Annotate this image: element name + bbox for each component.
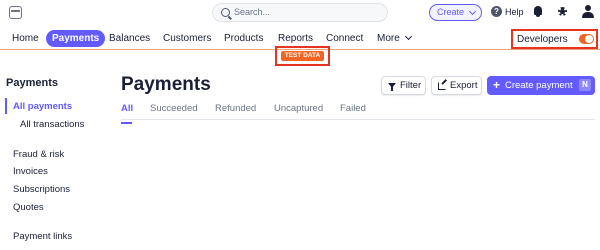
developers-toggle-highlight: Developers <box>511 29 598 49</box>
nav-more[interactable]: More <box>377 32 412 44</box>
nav-products[interactable]: Products <box>224 33 263 44</box>
filter-icon <box>388 83 396 91</box>
tab-refunded[interactable]: Refunded <box>215 103 256 114</box>
chevron-down-icon <box>404 32 412 41</box>
test-data-highlight: TEST DATA <box>275 46 330 66</box>
test-data-badge: TEST DATA <box>281 51 324 61</box>
plus-icon: + <box>493 78 501 92</box>
keyboard-shortcut-badge: N <box>579 79 591 91</box>
sidebar-item-all-transactions[interactable]: All transactions <box>20 119 84 130</box>
tab-failed[interactable]: Failed <box>340 103 366 114</box>
sidebar-item-invoices[interactable]: Invoices <box>13 166 48 177</box>
export-label: Export <box>450 80 478 91</box>
nav-more-label: More <box>377 33 400 44</box>
tab-all-label: All <box>121 103 134 114</box>
nav-home[interactable]: Home <box>12 33 39 44</box>
create-label: Create <box>437 7 465 17</box>
filter-label: Filter <box>400 80 422 91</box>
notifications-bell-icon[interactable] <box>534 6 542 17</box>
nav-balances[interactable]: Balances <box>109 33 150 44</box>
export-button[interactable]: Export <box>431 76 482 95</box>
app-switcher-icon[interactable] <box>9 6 22 19</box>
sidebar-active-indicator <box>5 98 7 114</box>
help-icon[interactable]: ? <box>491 6 502 17</box>
active-tab-underline <box>121 122 132 124</box>
search-placeholder: Search... <box>234 7 271 17</box>
create-payment-button[interactable]: + Create payment N <box>487 76 595 95</box>
test-mode-toggle[interactable] <box>579 34 594 44</box>
user-account-icon[interactable] <box>582 5 594 18</box>
gear-icon[interactable] <box>557 6 568 17</box>
tab-uncaptured[interactable]: Uncaptured <box>274 103 323 114</box>
top-bar: Search... Create ? Help <box>0 0 600 26</box>
chevron-down-icon <box>468 7 477 16</box>
tab-all[interactable]: All <box>121 103 134 124</box>
create-payment-label: Create payment <box>505 80 573 91</box>
tab-succeeded[interactable]: Succeeded <box>150 103 198 114</box>
nav-customers[interactable]: Customers <box>163 33 211 44</box>
nav-payments[interactable]: Payments <box>46 30 106 47</box>
create-button[interactable]: Create <box>429 4 482 21</box>
nav-connect[interactable]: Connect <box>326 33 363 44</box>
sidebar-item-subscriptions[interactable]: Subscriptions <box>13 184 70 195</box>
payment-status-tabs: All Succeeded Refunded Uncaptured Failed <box>121 98 595 124</box>
sidebar-item-all-payments[interactable]: All payments <box>13 101 72 112</box>
search-icon <box>221 8 230 17</box>
help-link[interactable]: Help <box>505 7 524 17</box>
filter-button[interactable]: Filter <box>381 76 426 95</box>
page-title: Payments <box>121 74 211 95</box>
search-input[interactable]: Search... <box>212 3 388 22</box>
export-icon <box>438 82 446 90</box>
sidebar-item-quotes[interactable]: Quotes <box>13 202 44 213</box>
sidebar-item-payment-links[interactable]: Payment links <box>13 231 72 242</box>
sidebar-title: Payments <box>6 77 58 89</box>
sidebar-item-fraud-risk[interactable]: Fraud & risk <box>13 149 64 160</box>
nav-reports[interactable]: Reports <box>278 33 313 44</box>
developers-label: Developers <box>517 34 568 45</box>
